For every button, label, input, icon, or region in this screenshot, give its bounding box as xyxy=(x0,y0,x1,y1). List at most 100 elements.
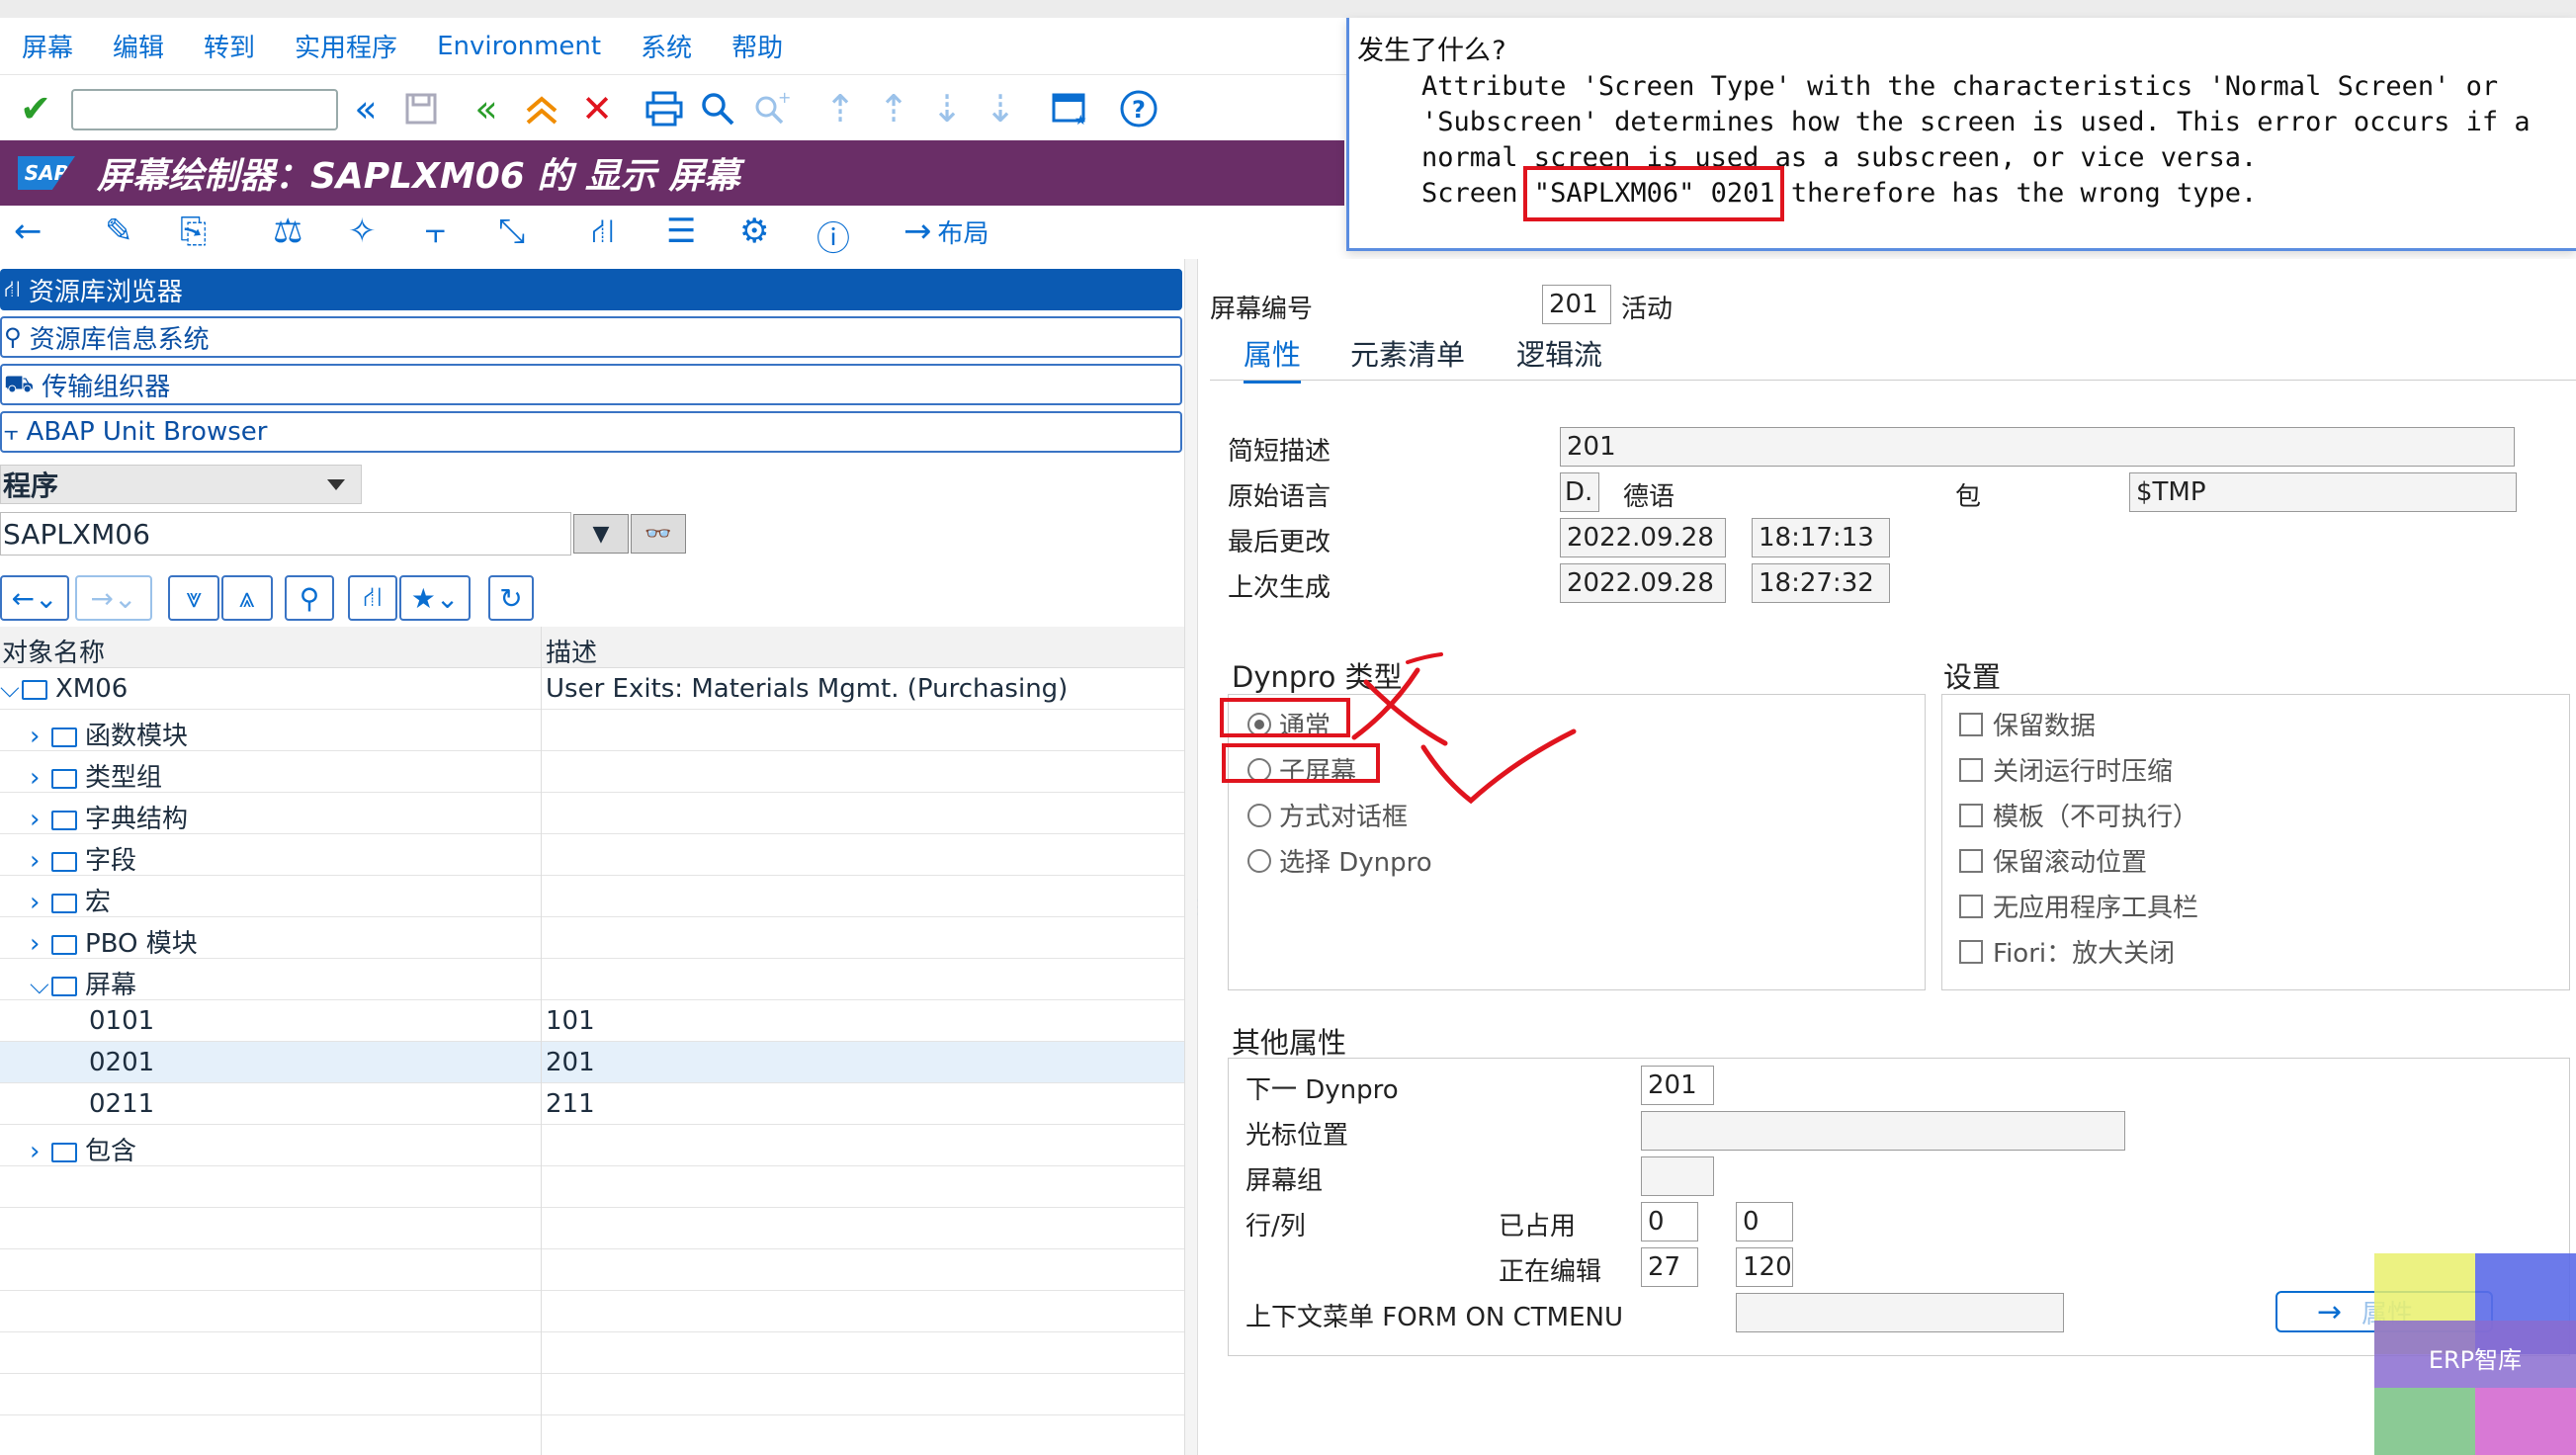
collapse-all-button[interactable]: ⩓ xyxy=(221,575,273,621)
docu-icon[interactable]: ⚙ xyxy=(739,212,769,251)
svg-text:?: ? xyxy=(1132,96,1146,124)
stack-icon[interactable]: ☰ xyxy=(666,212,696,251)
save-icon[interactable] xyxy=(399,87,443,130)
nav-repository-browser[interactable]: ⛙ 资源库浏览器 xyxy=(0,269,1182,310)
where-used-icon[interactable]: ⤡ xyxy=(498,212,525,251)
short-desc-field[interactable]: 201 xyxy=(1560,427,2515,467)
menu-system[interactable]: 系统 xyxy=(641,28,692,64)
refresh-icon: ↻ xyxy=(499,581,523,615)
context-menu-field[interactable] xyxy=(1736,1293,2064,1332)
last-change-time[interactable]: 18:17:13 xyxy=(1752,518,1890,557)
last-gen-date[interactable]: 2022.09.28 xyxy=(1560,563,1726,603)
tree-node-type-groups[interactable]: › 类型组 xyxy=(0,751,1184,793)
cursor-position-field[interactable] xyxy=(1641,1111,2125,1151)
other-object-icon[interactable]: ⎘ xyxy=(180,212,207,251)
back-arrow-icon[interactable]: ← xyxy=(14,212,43,251)
chk-hold-data[interactable]: 保留数据 xyxy=(1959,706,2096,742)
hierarchy-icon[interactable]: ⛙ xyxy=(591,212,615,256)
tree-node-fields[interactable]: › 字段 xyxy=(0,834,1184,876)
prev-page-icon[interactable]: ⇡ xyxy=(872,87,915,130)
screen-attributes-panel: 屏幕编号 201 活动 属性 元素清单 逻辑流 简短描述 201 原始语言 D.… xyxy=(1198,259,2576,1455)
chevron-right-icon: › xyxy=(30,805,41,834)
menu-utilities[interactable]: 实用程序 xyxy=(295,28,397,64)
application-toolbar: ← ✎ ⎘ ⚖ ✧ ⫟ ⤡ ⛙ ☰ ⚙ ⓘ → 布局 xyxy=(0,206,1186,259)
print-icon[interactable] xyxy=(643,87,686,130)
panel-splitter[interactable]: ⋮ xyxy=(1184,259,1209,1455)
layout-button[interactable]: → 布局 xyxy=(903,212,989,251)
tree-node-dictionary-structures[interactable]: › 字典结构 xyxy=(0,793,1184,834)
find-next-icon[interactable]: + xyxy=(749,87,793,130)
next-dynpro-field[interactable]: 201 xyxy=(1641,1066,1714,1105)
menu-screen[interactable]: 屏幕 xyxy=(22,28,73,64)
next-page-icon[interactable]: ⇣ xyxy=(925,87,969,130)
tree-icon: ⛙ xyxy=(363,579,383,613)
chk-no-compression[interactable]: 关闭运行时压缩 xyxy=(1959,751,2173,788)
radio-selection-screen[interactable]: 选择 Dynpro xyxy=(1247,842,1432,879)
refresh-button[interactable]: ↻ xyxy=(488,575,534,621)
nav-repository-info-system[interactable]: ⚲ 资源库信息系统 xyxy=(0,316,1182,358)
tab-flow-logic[interactable]: 逻辑流 xyxy=(1516,332,1602,374)
edit-col-field[interactable]: 120 xyxy=(1736,1247,1793,1287)
cancel-icon[interactable]: ✕ xyxy=(575,87,619,130)
activate-icon[interactable]: ✧ xyxy=(348,212,377,251)
tree-screen-row[interactable]: 0101 101 xyxy=(0,1000,1184,1042)
dropdown-button[interactable]: ▼ xyxy=(573,514,629,554)
tree-root-row[interactable]: ⌵ XM06 User Exits: Materials Mgmt. (Purch… xyxy=(0,668,1184,710)
find-icon[interactable] xyxy=(696,87,739,130)
chevron-right-icon: › xyxy=(30,722,41,751)
tree-node-function-modules[interactable]: › 函数模块 xyxy=(0,710,1184,751)
tree-screen-row[interactable]: 0211 211 xyxy=(0,1083,1184,1125)
last-change-date[interactable]: 2022.09.28 xyxy=(1560,518,1726,557)
help-icon[interactable]: ? xyxy=(1117,87,1160,130)
lang-code-field[interactable]: D. xyxy=(1560,472,1599,512)
tree-screen-row-selected[interactable]: 0201 201 xyxy=(0,1042,1184,1083)
check-icon[interactable]: ✔ xyxy=(14,87,57,130)
last-page-icon[interactable]: ⇣ xyxy=(979,87,1022,130)
nav-transport-organizer[interactable]: ⛟ 传输组织器 xyxy=(0,364,1182,405)
edit-row-field[interactable]: 27 xyxy=(1641,1247,1698,1287)
chk-template[interactable]: 模板（不可执行） xyxy=(1959,797,2198,833)
first-page-icon[interactable]: ⇡ xyxy=(818,87,862,130)
chk-fiori-zoom-off[interactable]: Fiori：放大关闭 xyxy=(1959,933,2175,970)
screen-number-field[interactable]: 201 xyxy=(1542,285,1611,324)
menu-goto[interactable]: 转到 xyxy=(204,28,255,64)
history-forward-button[interactable]: →⌄ xyxy=(75,575,152,621)
tree-node-screens[interactable]: ⌵ 屏幕 xyxy=(0,959,1184,1000)
collapse-left-icon[interactable]: « xyxy=(344,87,387,130)
info-icon[interactable]: ⓘ xyxy=(816,212,850,260)
cursor-position-label: 光标位置 xyxy=(1245,1121,1349,1151)
expand-all-button[interactable]: ⩔ xyxy=(168,575,219,621)
display-change-icon[interactable]: ✎ xyxy=(105,212,133,251)
favorites-button[interactable]: ★⌄ xyxy=(399,575,471,621)
tab-element-list[interactable]: 元素清单 xyxy=(1350,332,1465,374)
new-session-icon[interactable]: ★ xyxy=(1048,87,1091,130)
display-glasses-button[interactable]: 👓 xyxy=(631,514,686,554)
menu-edit[interactable]: 编辑 xyxy=(113,28,164,64)
test-icon[interactable]: ⫟ xyxy=(425,212,446,251)
used-row-field[interactable]: 0 xyxy=(1641,1202,1698,1241)
svg-text:+: + xyxy=(778,91,790,107)
tab-attributes[interactable]: 属性 xyxy=(1244,332,1302,384)
menu-environment[interactable]: Environment xyxy=(437,32,601,61)
chk-hold-scroll[interactable]: 保留滚动位置 xyxy=(1959,842,2147,879)
program-name-field[interactable]: SAPLXM06 xyxy=(0,512,571,556)
check-balance-icon[interactable]: ⚖ xyxy=(273,212,302,251)
search-button[interactable]: ⚲ xyxy=(285,575,334,621)
tree-node-macros[interactable]: › 宏 xyxy=(0,876,1184,917)
nav-abap-unit-browser[interactable]: ⫟ ABAP Unit Browser xyxy=(0,411,1182,453)
exit-icon[interactable] xyxy=(520,87,563,130)
package-field[interactable]: $TMP xyxy=(2129,472,2517,512)
back-icon[interactable]: « xyxy=(465,87,508,130)
object-type-select[interactable]: 程序 xyxy=(0,465,362,504)
tree-node-pbo-modules[interactable]: › PBO 模块 xyxy=(0,917,1184,959)
chk-no-app-toolbar[interactable]: 无应用程序工具栏 xyxy=(1959,888,2198,924)
last-gen-time[interactable]: 18:27:32 xyxy=(1752,563,1890,603)
history-back-button[interactable]: ←⌄ xyxy=(0,575,69,621)
command-field[interactable] xyxy=(71,89,338,130)
used-col-field[interactable]: 0 xyxy=(1736,1202,1793,1241)
tree-node-includes[interactable]: › 包含 xyxy=(0,1125,1184,1166)
screen-group-field[interactable] xyxy=(1641,1156,1714,1196)
tree-settings-button[interactable]: ⛙ xyxy=(348,575,397,621)
menu-help[interactable]: 帮助 xyxy=(731,28,783,64)
folder-open-icon xyxy=(22,680,47,700)
